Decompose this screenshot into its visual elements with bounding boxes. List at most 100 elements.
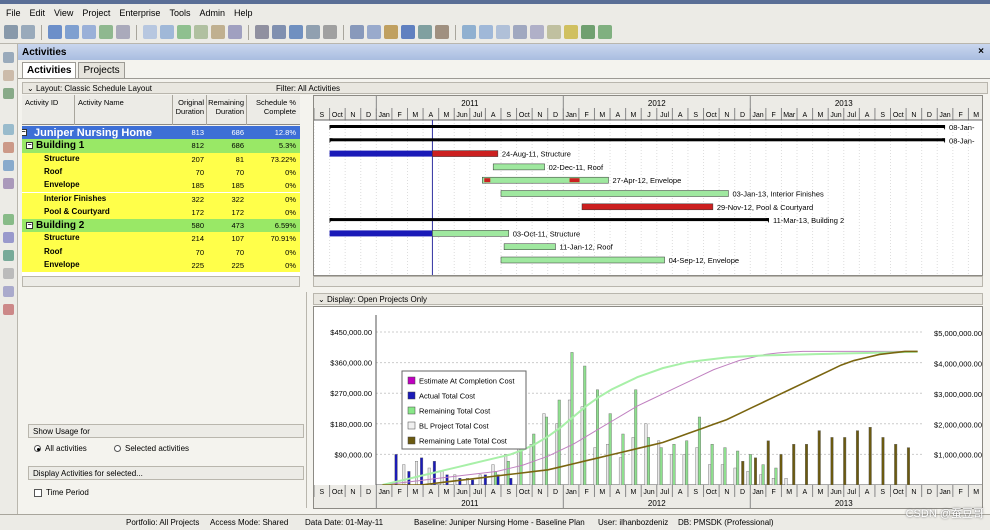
menu-view[interactable]: View xyxy=(54,8,73,18)
collapse-toggle[interactable]: − xyxy=(26,222,33,230)
zoom-out-icon[interactable] xyxy=(479,25,493,39)
radio-selected-indicator[interactable] xyxy=(114,445,121,452)
filter-label[interactable]: Filter: All Activities xyxy=(276,84,340,93)
risks-icon[interactable] xyxy=(3,250,14,261)
steps-icon[interactable] xyxy=(418,25,432,39)
menu-edit[interactable]: Edit xyxy=(30,8,46,18)
col-activity-name[interactable]: Activity Name xyxy=(78,98,124,107)
cost-bar xyxy=(805,443,808,486)
status-db: DB: PMSDK (Professional) xyxy=(678,518,774,527)
grid-horizontal-scrollbar[interactable] xyxy=(22,276,300,287)
menu-project[interactable]: Project xyxy=(82,8,110,18)
menu-tools[interactable]: Tools xyxy=(169,8,190,18)
refresh-icon[interactable] xyxy=(598,25,612,39)
close-icon[interactable]: × xyxy=(978,46,984,57)
help-icon[interactable] xyxy=(581,25,595,39)
table-row[interactable]: Envelope 185 185 0% xyxy=(22,179,300,193)
table-row[interactable]: − Building 2 580 473 6.59% xyxy=(22,219,300,233)
menu-admin[interactable]: Admin xyxy=(199,8,225,18)
col-remaining-duration[interactable]: Remaining Duration xyxy=(206,98,244,116)
col-divider[interactable] xyxy=(74,95,75,125)
col-original-duration[interactable]: Original Duration xyxy=(172,98,204,116)
usage-icon[interactable] xyxy=(194,25,208,39)
table-row[interactable]: − Juniper Nursing Home 813 686 12.8% xyxy=(22,126,300,140)
calendar-icon[interactable] xyxy=(435,25,449,39)
cost-bar xyxy=(720,464,724,486)
table-row[interactable]: Pool & Courtyard 172 172 0% xyxy=(22,205,300,220)
table-row[interactable]: Structure 214 107 70.91% xyxy=(22,232,300,246)
display-label: Display: Open Projects Only xyxy=(326,294,427,304)
thresholds-icon[interactable] xyxy=(3,286,14,297)
chart-icon[interactable] xyxy=(177,25,191,39)
assignments-icon[interactable] xyxy=(3,160,14,171)
level-icon[interactable] xyxy=(367,25,381,39)
comment-icon[interactable] xyxy=(564,25,578,39)
activities-icon[interactable] xyxy=(3,124,14,135)
radio-all-activities[interactable]: All activities xyxy=(34,444,87,453)
print-icon[interactable] xyxy=(4,25,18,39)
expenses-icon[interactable] xyxy=(3,304,14,315)
details-icon[interactable] xyxy=(211,25,225,39)
table-row[interactable]: Envelope 225 225 0% xyxy=(22,259,300,273)
tracking-icon[interactable] xyxy=(3,214,14,225)
dropdown-icon[interactable] xyxy=(228,25,242,39)
time-period-check[interactable] xyxy=(34,488,42,497)
month-label: A xyxy=(616,489,621,496)
month-label: M xyxy=(599,112,605,119)
col-activity-id[interactable]: Activity ID xyxy=(25,98,58,107)
network-icon[interactable] xyxy=(116,25,130,39)
number-icon[interactable] xyxy=(323,25,337,39)
left-axis-tick: $180,000.00 xyxy=(330,420,372,429)
table-row[interactable]: Interior Finishes 322 322 0% xyxy=(22,192,300,206)
menu-file[interactable]: File xyxy=(6,8,21,18)
print-preview-icon[interactable] xyxy=(21,25,35,39)
link-icon[interactable] xyxy=(401,25,415,39)
table-row[interactable]: Roof 70 70 0% xyxy=(22,165,300,180)
layout-icon[interactable] xyxy=(48,25,62,39)
collapse-toggle[interactable]: − xyxy=(22,129,27,136)
table-row[interactable]: Structure 207 81 73.22% xyxy=(22,152,300,166)
zoom-in-icon[interactable] xyxy=(462,25,476,39)
home-icon[interactable] xyxy=(3,52,14,63)
split-icon[interactable] xyxy=(513,25,527,39)
reports-icon[interactable] xyxy=(3,178,14,189)
tab-activities[interactable]: Activities xyxy=(22,62,77,78)
grid-icon[interactable] xyxy=(160,25,174,39)
sort-icon[interactable] xyxy=(272,25,286,39)
display-bar[interactable]: ⌄ Display: Open Projects Only xyxy=(313,293,983,305)
schedule-icon[interactable] xyxy=(350,25,364,39)
collapse-toggle[interactable]: − xyxy=(26,142,33,150)
bars-icon[interactable] xyxy=(82,25,96,39)
radio-all-indicator[interactable] xyxy=(34,445,41,452)
table-icon[interactable] xyxy=(306,25,320,39)
table-row[interactable]: Roof 70 70 0% xyxy=(22,245,300,259)
progress-icon[interactable] xyxy=(99,25,113,39)
columns-icon[interactable] xyxy=(65,25,79,39)
time-period-checkbox[interactable]: Time Period xyxy=(34,488,89,497)
zoom-find-icon[interactable] xyxy=(143,25,157,39)
month-label: D xyxy=(740,112,745,119)
menu-help[interactable]: Help xyxy=(234,8,253,18)
project-icon[interactable] xyxy=(3,70,14,81)
issues-icon[interactable] xyxy=(3,232,14,243)
month-label: F xyxy=(398,489,402,496)
documents-icon[interactable] xyxy=(3,268,14,279)
resources-icon[interactable] xyxy=(3,142,14,153)
remaining-duration: 172 xyxy=(231,207,244,217)
menu-enterprise[interactable]: Enterprise xyxy=(119,8,160,18)
zoom-fit-icon[interactable] xyxy=(496,25,510,39)
col-schedule-complete[interactable]: Schedule % Complete xyxy=(246,98,296,116)
note-icon[interactable] xyxy=(547,25,561,39)
layout-label[interactable]: ⌄ Layout: Classic Schedule Layout xyxy=(23,84,276,93)
tab-projects[interactable]: Projects xyxy=(78,62,125,78)
wbs-icon[interactable] xyxy=(3,88,14,99)
table-row[interactable]: − Building 1 812 686 5.3% xyxy=(22,139,300,153)
gantt-horizontal-scrollbar[interactable] xyxy=(313,276,983,287)
tag-icon[interactable] xyxy=(384,25,398,39)
month-label: M xyxy=(817,112,823,119)
month-label: Jun xyxy=(643,489,654,496)
radio-selected-activities[interactable]: Selected activities xyxy=(114,444,189,453)
filter-icon[interactable] xyxy=(289,25,303,39)
expand-icon[interactable] xyxy=(530,25,544,39)
group-icon[interactable] xyxy=(255,25,269,39)
